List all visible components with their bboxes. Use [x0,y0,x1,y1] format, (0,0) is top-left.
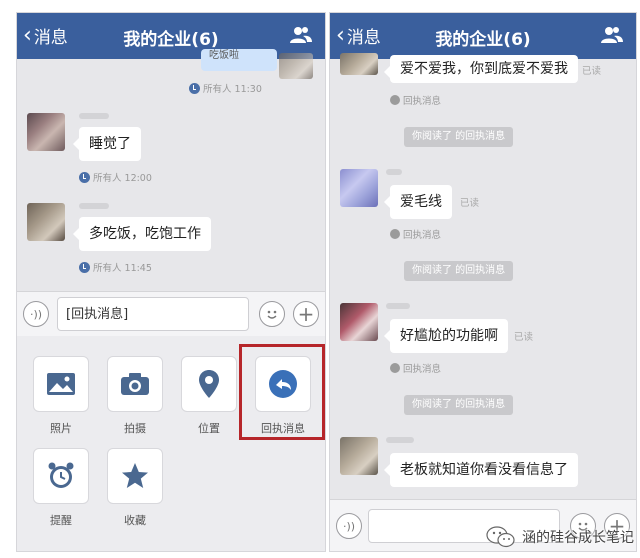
sender-name [386,303,410,309]
message-text: 好尴尬的功能啊 [400,328,498,344]
emoji-icon [267,310,277,319]
message-input[interactable]: [回执消息] [57,297,249,331]
message-input-value: [回执消息] [66,307,129,322]
avatar[interactable] [340,303,378,341]
watermark-text: 涵的硅谷成长笔记 [522,530,634,546]
receipt-icon [390,95,400,105]
receipt-icon [390,363,400,373]
notice-text: 你阅读了 的回执消息 [412,399,506,410]
watermark: 涵的硅谷成长笔记 [486,526,634,548]
plus-icon: + [297,302,315,326]
read-status: 已读 [514,332,534,343]
message-text: 多吃饭，吃饱工作 [89,226,201,242]
avatar[interactable] [340,169,378,207]
reminder-label: 提醒 [50,514,72,527]
right-phone-screen: ‹ 消息 我的企业(6) 爱不爱我，你到底爱不爱我 已读 回执消息 你阅读了 的… [329,12,637,552]
receipt-text: 回执消息 [403,96,442,107]
avatar[interactable] [27,203,65,241]
camera-label: 拍摄 [124,422,146,435]
message-text: 爱不爱我，你到底爱不爱我 [400,61,568,77]
left-phone-screen: ‹ 消息 我的企业(6) 吃饭啦 所有人 11:30 睡觉了 所有人 12:00… [16,12,326,552]
receipt-label[interactable]: 回执消息 [390,93,441,107]
reminder-button[interactable] [33,448,89,504]
sender-name [386,437,414,443]
message-text: 睡觉了 [89,136,131,152]
location-label: 位置 [198,422,220,435]
voice-icon: ·)) [342,519,356,533]
contacts-icon[interactable] [600,25,624,49]
receipt-status[interactable]: 所有人 11:45 [79,260,152,274]
message-bubble[interactable]: 老板就知道你看没看信息了 [384,453,578,487]
function-panel: 照片 拍摄 位置 回执消息 提醒 收藏 [17,336,325,551]
sender-name [79,203,109,209]
highlight-box [239,344,325,440]
location-button[interactable] [181,356,237,412]
photo-button[interactable] [33,356,89,412]
receipt-text: 所有人 11:30 [203,84,262,95]
photo-icon [47,373,75,395]
camera-icon [121,373,149,395]
receipt-label[interactable]: 回执消息 [390,361,441,375]
avatar[interactable] [340,437,378,475]
message-bubble[interactable]: 好尴尬的功能啊 [384,319,508,353]
sender-name [386,169,402,175]
receipt-text: 回执消息 [403,364,442,375]
contacts-icon[interactable] [289,25,313,49]
location-icon [199,370,219,398]
nav-bar: ‹ 消息 我的企业(6) [17,13,325,59]
partial-message-bubble: 吃饭啦 [201,49,277,71]
notice-text: 你阅读了 的回执消息 [412,265,506,276]
message-bubble[interactable]: 爱毛线 [384,185,452,219]
page-title: 我的企业(6) [435,30,531,50]
input-bar: ·)) [回执消息] + [17,291,325,336]
receipt-status[interactable]: 所有人 11:30 [189,81,262,95]
receipt-status[interactable]: 所有人 12:00 [79,170,152,184]
favorites-button[interactable] [107,448,163,504]
favorites-label: 收藏 [124,514,146,527]
message-bubble[interactable]: 爱不爱我，你到底爱不爱我 [384,55,578,83]
voice-button[interactable]: ·)) [336,513,362,539]
wechat-icon [486,526,515,548]
receipt-text: 回执消息 [403,230,442,241]
system-notice: 你阅读了 的回执消息 [404,261,514,281]
receipt-text: 所有人 11:45 [93,263,152,274]
avatar[interactable] [340,53,378,75]
read-status: 已读 [460,198,480,209]
avatar[interactable] [27,113,65,151]
receipt-text: 所有人 12:00 [93,173,152,184]
photo-label: 照片 [50,422,72,435]
receipt-icon [390,229,400,239]
system-notice: 你阅读了 的回执消息 [404,127,514,147]
read-status: 已读 [582,66,602,77]
message-bubble[interactable]: 睡觉了 [73,127,141,161]
camera-button[interactable] [107,356,163,412]
emoji-button[interactable] [259,301,285,327]
message-bubble[interactable]: 多吃饭，吃饱工作 [73,217,211,251]
more-button[interactable]: + [293,301,319,327]
nav-bar: ‹ 消息 我的企业(6) [330,13,636,59]
partial-message-text: 吃饭啦 [209,50,239,61]
page-title: 我的企业(6) [123,30,219,50]
clock-icon [79,261,90,273]
star-icon [122,463,148,488]
receipt-label[interactable]: 回执消息 [390,227,441,241]
sender-name [79,113,109,119]
message-text: 爱毛线 [400,194,442,210]
clock-icon [189,82,200,94]
avatar [279,53,313,79]
voice-button[interactable]: ·)) [23,301,49,327]
voice-icon: ·)) [29,307,43,321]
message-text: 老板就知道你看没看信息了 [400,462,568,478]
alarm-icon [48,462,74,488]
system-notice: 你阅读了 的回执消息 [404,395,514,415]
notice-text: 你阅读了 的回执消息 [412,131,506,142]
clock-icon [79,171,90,183]
